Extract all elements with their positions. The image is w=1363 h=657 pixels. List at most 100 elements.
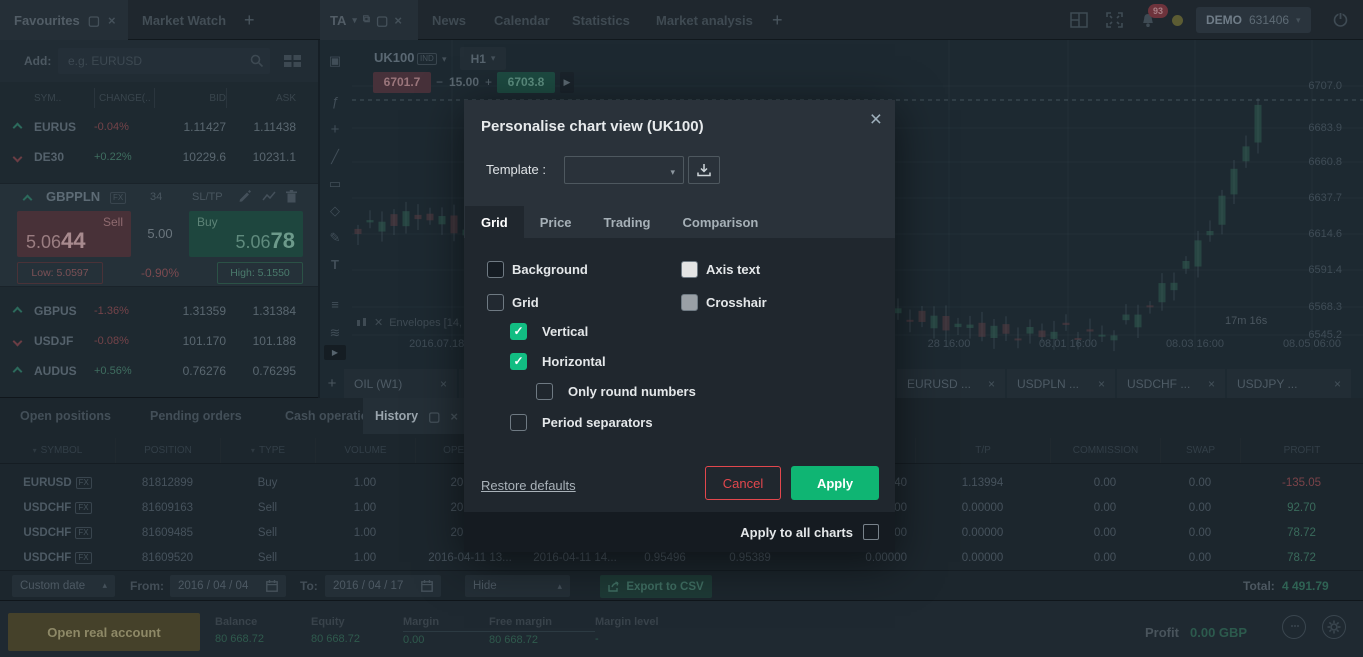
trendline-tool-icon[interactable]: ╱	[320, 150, 350, 163]
chart-icon[interactable]	[262, 191, 276, 202]
pencil-tool-icon[interactable]: ✎	[320, 231, 350, 244]
fullscreen-icon[interactable]	[1106, 12, 1123, 28]
color-swatch-crosshair[interactable]	[681, 294, 698, 311]
close-icon[interactable]: ×	[870, 108, 882, 132]
col-change[interactable]: CHANGE(..	[94, 88, 154, 108]
chevron-down-icon[interactable]: ▾	[442, 54, 447, 65]
save-template-button[interactable]	[688, 156, 720, 184]
popout-icon[interactable]: ▢	[428, 410, 440, 423]
column-header[interactable]: TYPE	[220, 438, 315, 463]
rectangle-tool-icon[interactable]: ▭	[320, 177, 350, 190]
gear-icon[interactable]	[1322, 615, 1346, 639]
add-watchlist-tab-button[interactable]: +	[244, 0, 255, 40]
cancel-button[interactable]: Cancel	[705, 466, 781, 500]
tab-chart-ta[interactable]: TA ▾ ⧉ ▢ ×	[320, 0, 418, 40]
close-icon[interactable]: ×	[1208, 377, 1215, 391]
edit-icon[interactable]	[238, 190, 251, 203]
tab-news[interactable]: News	[432, 0, 466, 40]
tab-price[interactable]: Price	[524, 206, 588, 238]
remove-indicator-icon[interactable]: ✕	[374, 316, 383, 329]
trash-icon[interactable]	[286, 190, 297, 203]
tab-grid[interactable]: Grid	[465, 206, 524, 238]
tab-statistics[interactable]: Statistics	[572, 0, 630, 40]
close-icon[interactable]: ×	[988, 377, 995, 391]
chart-symbol-label[interactable]: UK100	[374, 50, 414, 65]
col-ask[interactable]: ASK	[226, 88, 310, 108]
tab-trading[interactable]: Trading	[588, 206, 667, 238]
close-icon[interactable]: ×	[1098, 377, 1105, 391]
column-header[interactable]: PROFIT	[1240, 438, 1363, 463]
timeframe-selector[interactable]: H1 ▾	[460, 47, 506, 70]
column-header[interactable]: SWAP	[1160, 438, 1240, 463]
column-header[interactable]: T/P	[915, 438, 1050, 463]
search-icon[interactable]	[250, 54, 264, 68]
grid-view-icon[interactable]	[284, 55, 301, 67]
decrease-icon[interactable]: −	[436, 75, 443, 89]
symbol-label[interactable]: GBPPLN	[46, 189, 100, 204]
chart-tab[interactable]: EURUSD ...×	[897, 369, 1005, 398]
close-icon[interactable]: ×	[1334, 377, 1341, 391]
indicators-icon[interactable]: ƒ	[320, 95, 350, 108]
increase-icon[interactable]: +	[485, 75, 492, 89]
close-icon[interactable]: ×	[450, 410, 458, 423]
expand-trade-panel-icon[interactable]: ▶	[560, 72, 574, 93]
tab-calendar[interactable]: Calendar	[494, 0, 550, 40]
chart-type-icon[interactable]: ▣	[320, 54, 350, 67]
fibonacci-tool-icon[interactable]: ◇	[320, 204, 350, 217]
chart-tab[interactable]: USDJPY ...×	[1227, 369, 1351, 398]
sltp-label[interactable]: SL/TP	[192, 191, 223, 203]
chevron-down-icon[interactable]: ▾	[352, 15, 357, 26]
add-chart-button[interactable]: +	[322, 369, 342, 398]
sell-price-button[interactable]: 6701.7	[373, 72, 431, 93]
quote-row[interactable]: GBPUS-1.36%1.313591.31384	[0, 296, 318, 326]
tab-market-analysis[interactable]: Market analysis	[656, 0, 753, 40]
checkbox-only-round-numbers[interactable]	[536, 383, 553, 400]
replay-play-button[interactable]: ▶	[324, 345, 346, 360]
export-csv-button[interactable]: Export to CSV	[600, 575, 712, 598]
chart-tab[interactable]: USDPLN ...×	[1007, 369, 1115, 398]
close-icon[interactable]: ×	[108, 14, 116, 27]
restore-defaults-link[interactable]: Restore defaults	[481, 478, 576, 493]
date-range-select[interactable]: Custom date▴	[12, 575, 115, 597]
column-header[interactable]: COMMISSION	[1050, 438, 1160, 463]
buy-button[interactable]: Buy 5.0678	[189, 211, 303, 257]
search-input[interactable]	[58, 48, 270, 74]
calendar-icon[interactable]	[421, 580, 433, 592]
quote-row[interactable]: USDJF-0.08%101.170101.188	[0, 326, 318, 356]
filter-icon[interactable]	[251, 445, 255, 456]
layout-icon[interactable]	[1070, 12, 1088, 28]
maximize-icon[interactable]: ▢	[376, 14, 388, 27]
tab-favourites[interactable]: Favourites ▢ ×	[0, 0, 128, 40]
settings-sliders-icon[interactable]: ≡	[320, 298, 350, 311]
account-selector[interactable]: DEMO 631406 ▾	[1196, 7, 1311, 33]
quote-row[interactable]: EURUS-0.04%1.114271.11438	[0, 112, 318, 142]
checkbox-period-separators[interactable]	[510, 414, 527, 431]
tab-pending-orders[interactable]: Pending orders	[150, 398, 242, 434]
tab-market-watch[interactable]: Market Watch	[128, 0, 240, 40]
calendar-icon[interactable]	[266, 580, 278, 592]
tab-comparison[interactable]: Comparison	[667, 206, 775, 238]
chart-tab[interactable]: USDCHF ...×	[1117, 369, 1225, 398]
checkbox-horizontal[interactable]	[510, 353, 527, 370]
color-swatch-axis-text[interactable]	[681, 261, 698, 278]
add-object-icon[interactable]: +	[320, 122, 350, 137]
column-header[interactable]: POSITION	[115, 438, 220, 463]
text-tool-icon[interactable]: T	[320, 258, 350, 271]
color-swatch-background[interactable]	[487, 261, 504, 278]
column-header[interactable]: SYMBOL	[0, 438, 115, 463]
from-date-input[interactable]: 2016 / 04 / 04	[170, 575, 286, 597]
hide-select[interactable]: Hide▴	[465, 575, 570, 597]
checkbox-vertical[interactable]	[510, 323, 527, 340]
tab-open-positions[interactable]: Open positions	[20, 398, 111, 434]
quote-row[interactable]: AUDUS+0.56%0.762760.76295	[0, 356, 318, 386]
apply-button[interactable]: Apply	[791, 466, 879, 500]
template-select[interactable]: ▾	[564, 156, 684, 184]
close-icon[interactable]: ×	[440, 377, 447, 391]
filter-icon[interactable]	[33, 445, 37, 456]
column-header[interactable]: VOLUME	[315, 438, 415, 463]
close-icon[interactable]: ×	[394, 14, 402, 27]
buy-price-button[interactable]: 6703.8	[497, 72, 555, 93]
col-bid[interactable]: BID	[154, 88, 226, 108]
sell-button[interactable]: Sell 5.0644	[17, 211, 131, 257]
popout-icon[interactable]: ▢	[88, 14, 100, 27]
